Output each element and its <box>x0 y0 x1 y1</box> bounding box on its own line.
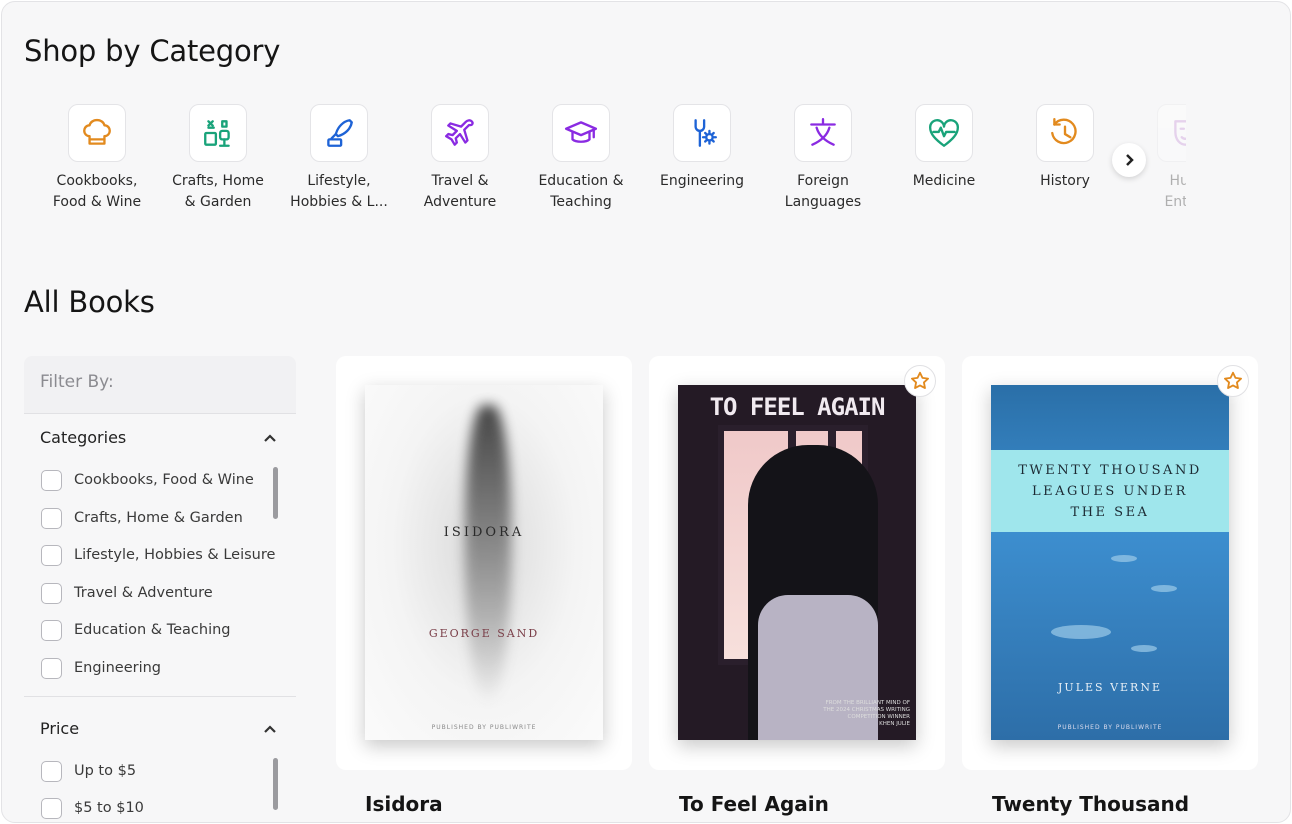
all-books-title: All Books <box>24 285 155 319</box>
category-cookbooks[interactable]: Cookbooks, Food & Wine <box>36 104 158 213</box>
cover-title: ISIDORA <box>443 525 525 540</box>
checkbox[interactable] <box>41 798 62 820</box>
cover-author: JULES VERNE <box>1058 681 1162 694</box>
book-title[interactable]: To Feel Again <box>679 792 829 816</box>
category-engineering[interactable]: Engineering <box>641 104 763 192</box>
carousel-next-button[interactable] <box>1112 143 1146 177</box>
category-label: Travel & Adventure <box>423 173 497 210</box>
price-filter-title: Price <box>40 718 80 738</box>
checkbox[interactable] <box>41 470 62 491</box>
checkbox[interactable] <box>41 620 62 642</box>
category-label: Foreign Languages <box>784 173 862 210</box>
category-education[interactable]: Education & Teaching <box>520 104 642 213</box>
chevron-right-icon <box>1126 154 1134 166</box>
price-filter-list: Up to $5 $5 to $10 <box>24 753 296 822</box>
cover-note: FROM THE BRILLIANT MIND OF THE 2024 CHRI… <box>823 700 910 720</box>
category-foreign-languages[interactable]: Foreign Languages <box>762 104 884 213</box>
filter-option[interactable]: Up to $5 <box>24 753 296 791</box>
checkbox[interactable] <box>41 582 62 604</box>
cover-note-block: FROM THE BRILLIANT MIND OF THE 2024 CHRI… <box>818 700 910 728</box>
chevron-up-icon <box>264 725 276 733</box>
book-cover[interactable]: ISIDORA GEORGE SAND PUBLISHED BY PUBLIWR… <box>365 385 603 740</box>
price-filter-header[interactable]: Price <box>24 705 296 753</box>
checkbox[interactable] <box>41 760 62 782</box>
filter-option[interactable]: Education & Teaching <box>24 612 296 650</box>
category-travel[interactable]: Travel & Adventure <box>399 104 521 213</box>
cover-title-band: TWENTY THOUSAND LEAGUES UNDER THE SEA <box>991 450 1229 532</box>
category-lifestyle[interactable]: Lifestyle, Hobbies & L... <box>278 104 400 213</box>
book-cover[interactable]: TO FEEL AGAIN FROM THE BRILLIANT MIND OF… <box>678 385 916 740</box>
category-label: Cookbooks, Food & Wine <box>52 173 142 210</box>
book-card-isidora[interactable]: ISIDORA GEORGE SAND PUBLISHED BY PUBLIWR… <box>336 356 632 770</box>
category-carousel: Cookbooks, Food & Wine Crafts, Home & Ga… <box>36 104 1186 224</box>
heartbeat-icon <box>929 119 959 147</box>
categories-filter-list: Cookbooks, Food & Wine Crafts, Home & Ga… <box>24 462 296 688</box>
cover-fish <box>1111 555 1137 562</box>
quill-icon <box>327 119 353 147</box>
airplane-icon <box>445 119 474 146</box>
star-icon <box>1224 371 1242 389</box>
cover-title: TWENTY THOUSAND LEAGUES UNDER THE SEA <box>1018 462 1202 520</box>
cover-fish <box>1051 625 1111 639</box>
filter-by-label: Filter By: <box>24 356 296 414</box>
filter-panel: Filter By: Categories Cookbooks, Food & … <box>24 356 296 822</box>
filter-option[interactable]: $5 to $10 <box>24 790 296 822</box>
cover-fish <box>1151 585 1177 592</box>
category-label: Hum Entert <box>1164 173 1186 210</box>
gear-wrench-icon <box>694 119 717 147</box>
filter-option[interactable]: Crafts, Home & Garden <box>24 500 296 538</box>
book-title[interactable]: Isidora <box>365 792 443 816</box>
category-crafts[interactable]: Crafts, Home & Garden <box>157 104 279 213</box>
crafts-icon <box>204 120 230 147</box>
category-history[interactable]: History <box>1004 104 1126 192</box>
divider <box>24 695 296 697</box>
book-card-to-feel-again[interactable]: TO FEEL AGAIN FROM THE BRILLIANT MIND OF… <box>649 356 945 770</box>
checkbox[interactable] <box>41 657 62 679</box>
star-icon <box>911 371 929 389</box>
category-label: Medicine <box>912 173 976 189</box>
category-label: Crafts, Home & Garden <box>172 173 264 210</box>
book-cover[interactable]: TWENTY THOUSAND LEAGUES UNDER THE SEA JU… <box>991 385 1229 740</box>
filter-option[interactable]: Engineering <box>24 650 296 688</box>
filter-option[interactable]: Cookbooks, Food & Wine <box>24 462 296 500</box>
cover-publisher: PUBLISHED BY PUBLIWRITE <box>1057 724 1163 731</box>
favorite-button[interactable] <box>904 365 936 397</box>
favorite-button[interactable] <box>1217 365 1249 397</box>
cover-figure <box>465 405 511 705</box>
book-card-twenty-thousand[interactable]: TWENTY THOUSAND LEAGUES UNDER THE SEA JU… <box>962 356 1258 770</box>
book-title[interactable]: Twenty Thousand <box>992 792 1189 816</box>
checkbox[interactable] <box>41 507 62 529</box>
filter-option[interactable]: Travel & Adventure <box>24 575 296 613</box>
categories-filter-title: Categories <box>40 428 127 447</box>
filter-option[interactable]: Lifestyle, Hobbies & Leisure <box>24 537 296 575</box>
category-label: Lifestyle, Hobbies & L... <box>290 173 388 210</box>
mask-icon <box>1174 120 1186 146</box>
chevron-up-icon <box>264 434 276 442</box>
graduation-cap-icon <box>564 121 598 143</box>
cover-author: KHEN JULIE <box>879 721 910 727</box>
cover-fish <box>1131 645 1157 652</box>
category-label: Engineering <box>660 173 744 189</box>
cover-publisher: PUBLISHED BY PUBLIWRITE <box>431 724 537 731</box>
cover-author: GEORGE SAND <box>428 627 540 640</box>
category-medicine[interactable]: Medicine <box>883 104 1005 192</box>
shop-by-category-title: Shop by Category <box>24 34 281 68</box>
page: Shop by Category Cookbooks, Food & Wine … <box>1 1 1291 823</box>
categories-filter-header[interactable]: Categories <box>24 414 296 462</box>
checkbox[interactable] <box>41 545 62 567</box>
chef-hat-icon <box>83 118 111 145</box>
history-icon <box>1051 118 1077 145</box>
category-label: Education & Teaching <box>538 173 624 210</box>
language-icon <box>810 118 836 146</box>
category-label: History <box>1040 173 1090 189</box>
cover-title: TO FEEL AGAIN <box>709 393 886 421</box>
